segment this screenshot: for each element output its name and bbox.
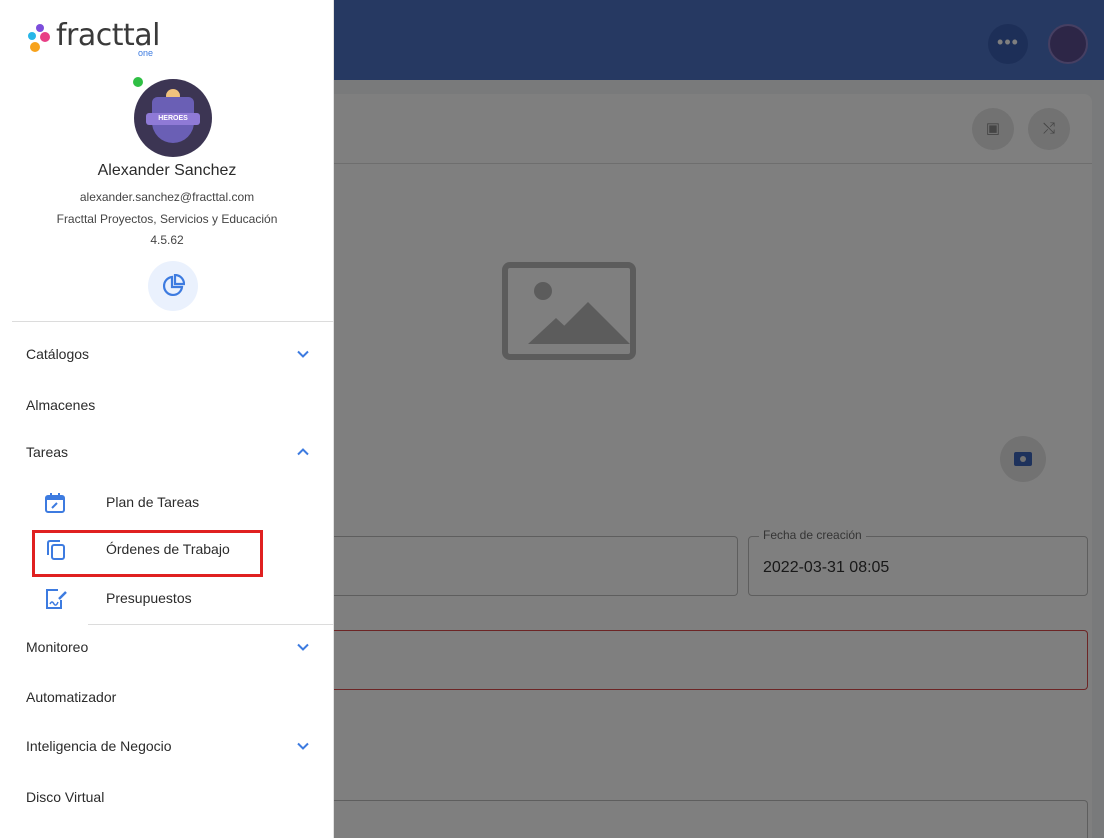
chevron-down-icon [297, 643, 309, 651]
menu-item-label: Disco Virtual [26, 789, 105, 805]
menu-item-label: Catálogos [26, 346, 90, 362]
menu-item-label: Automatizador [26, 689, 117, 705]
chevron-down-icon [297, 742, 309, 750]
menu-item-label: Monitoreo [26, 639, 89, 655]
sub-item-plan-de-tareas[interactable]: Plan de Tareas [0, 483, 334, 523]
dashboard-button[interactable] [148, 261, 198, 311]
menu-item-catalogos[interactable]: Catálogos [0, 335, 334, 375]
sub-item-presupuestos[interactable]: Presupuestos [0, 579, 334, 619]
user-email: alexander.sanchez@fracttal.com [79, 190, 255, 204]
pie-chart-icon [163, 274, 185, 296]
menu-item-automatizador[interactable]: Automatizador [0, 678, 334, 718]
sub-item-label: Plan de Tareas [106, 494, 200, 510]
drawer-divider [12, 321, 334, 322]
user-organization: Fracttal Proyectos, Servicios y Educació… [56, 212, 278, 226]
sub-item-label: Presupuestos [106, 590, 192, 606]
fracttal-logo: fracttal one [26, 18, 206, 62]
app-version: 4.5.62 [150, 233, 184, 247]
menu-item-disco-virtual[interactable]: Disco Virtual [0, 778, 334, 818]
user-name: Alexander Sanchez [97, 162, 237, 179]
menu-item-tareas[interactable]: Tareas [0, 433, 334, 473]
menu-item-label: Almacenes [26, 397, 96, 413]
menu-item-label: Tareas [26, 444, 69, 460]
menu-item-label: Inteligencia de Negocio [26, 738, 172, 754]
chevron-down-icon [297, 350, 309, 358]
logo-subtitle: one [138, 48, 154, 58]
chevron-up-icon [297, 448, 309, 456]
menu-item-almacenes[interactable]: Almacenes [0, 386, 334, 426]
submenu-divider [88, 624, 334, 625]
navigation-drawer: fracttal one HEROES Alexander Sanchez al… [0, 0, 334, 838]
highlight-annotation [32, 530, 263, 577]
user-avatar[interactable]: HEROES [134, 79, 212, 157]
document-signature-icon [46, 589, 67, 609]
online-status-indicator [130, 74, 146, 90]
menu-item-monitoreo[interactable]: Monitoreo [0, 628, 334, 668]
menu-item-inteligencia-de-negocio[interactable]: Inteligencia de Negocio [0, 727, 334, 767]
calendar-edit-icon [45, 493, 65, 513]
